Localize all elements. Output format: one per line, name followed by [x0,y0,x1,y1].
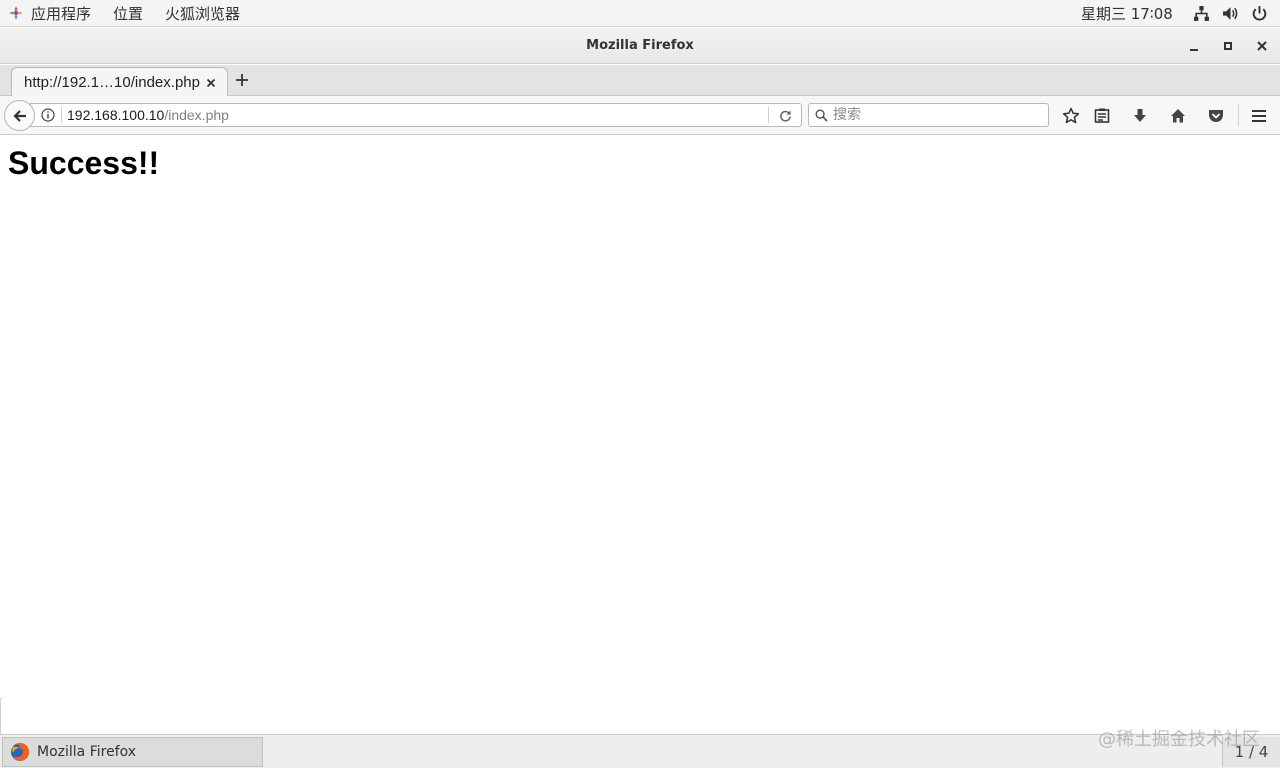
downloads-button[interactable] [1130,106,1150,126]
system-status-area[interactable] [1193,0,1268,27]
back-button[interactable] [4,100,35,131]
site-info-icon[interactable] [41,107,57,123]
minimize-button[interactable] [1185,37,1203,55]
plus-icon [236,74,248,86]
firefox-app-menu-label: 火狐浏览器 [165,4,241,23]
firefox-app-menu[interactable]: 火狐浏览器 [154,0,251,27]
url-host: 192.168.100.10 [67,107,165,123]
url-path: /index.php [164,107,229,123]
open-menu-button[interactable] [1249,106,1269,126]
page-content: Success!! [0,136,1280,734]
home-icon [1171,109,1185,123]
close-tab-icon [206,78,216,87]
firefox-logo-icon [11,743,29,761]
window-title: Mozilla Firefox [586,38,694,53]
places-menu-label: 位置 [113,4,144,23]
reload-icon [779,109,791,122]
clock-label: 星期三 17∶08 [1081,5,1173,23]
tab-close-button[interactable] [202,74,220,92]
search-bar[interactable] [808,103,1049,127]
window-list-taskbar: Mozilla Firefox 1 / 4 [0,734,1280,768]
window-titlebar[interactable]: Mozilla Firefox [0,28,1280,64]
bookmarks-menu-button[interactable] [1092,106,1112,126]
applications-menu-label: 应用程序 [31,4,92,23]
power-icon [1252,6,1267,21]
hamburger-menu-icon [1252,110,1266,122]
pocket-icon [1209,110,1223,122]
content-edge [0,697,3,734]
taskbar-item-label: Mozilla Firefox [37,744,137,760]
reload-separator [768,107,769,123]
workspace-indicator[interactable]: 1 / 4 [1222,737,1280,767]
url-bar[interactable]: 192.168.100.10/index.php [30,103,802,127]
navigation-toolbar: 192.168.100.10/index.php [0,96,1280,135]
maximize-button[interactable] [1219,37,1237,55]
maximize-icon [1224,42,1232,50]
home-button[interactable] [1168,106,1188,126]
back-arrow-icon [12,109,26,122]
tab-strip: http://192.1…10/index.php [0,65,1280,97]
close-window-button[interactable] [1253,37,1271,55]
reload-button[interactable] [777,107,793,123]
bookmark-star-button[interactable] [1061,106,1081,126]
clock[interactable]: 星期三 17∶08 [1081,0,1173,27]
bookmarks-list-icon [1094,108,1110,123]
top-panel: 应用程序 位置 火狐浏览器 星期三 17∶08 [0,0,1280,27]
new-tab-button[interactable] [232,70,252,90]
volume-icon [1223,7,1238,20]
toolbar-separator [1238,104,1239,126]
pocket-button[interactable] [1206,106,1226,126]
taskbar-item-firefox[interactable]: Mozilla Firefox [2,737,263,767]
search-icon [815,108,829,122]
applications-logo-icon [9,6,23,20]
download-arrow-icon [1134,109,1146,122]
close-icon [1257,41,1267,51]
minimize-icon [1190,49,1198,51]
tab-index-php[interactable]: http://192.1…10/index.php [11,67,228,97]
places-menu[interactable]: 位置 [102,0,154,27]
search-input[interactable] [833,107,1033,123]
tab-title: http://192.1…10/index.php [24,74,200,91]
applications-menu[interactable]: 应用程序 [0,0,102,27]
network-icon [1194,6,1209,21]
page-heading: Success!! [8,145,160,181]
url-separator [61,107,62,123]
workspace-label: 1 / 4 [1234,743,1269,761]
star-icon [1062,107,1080,124]
